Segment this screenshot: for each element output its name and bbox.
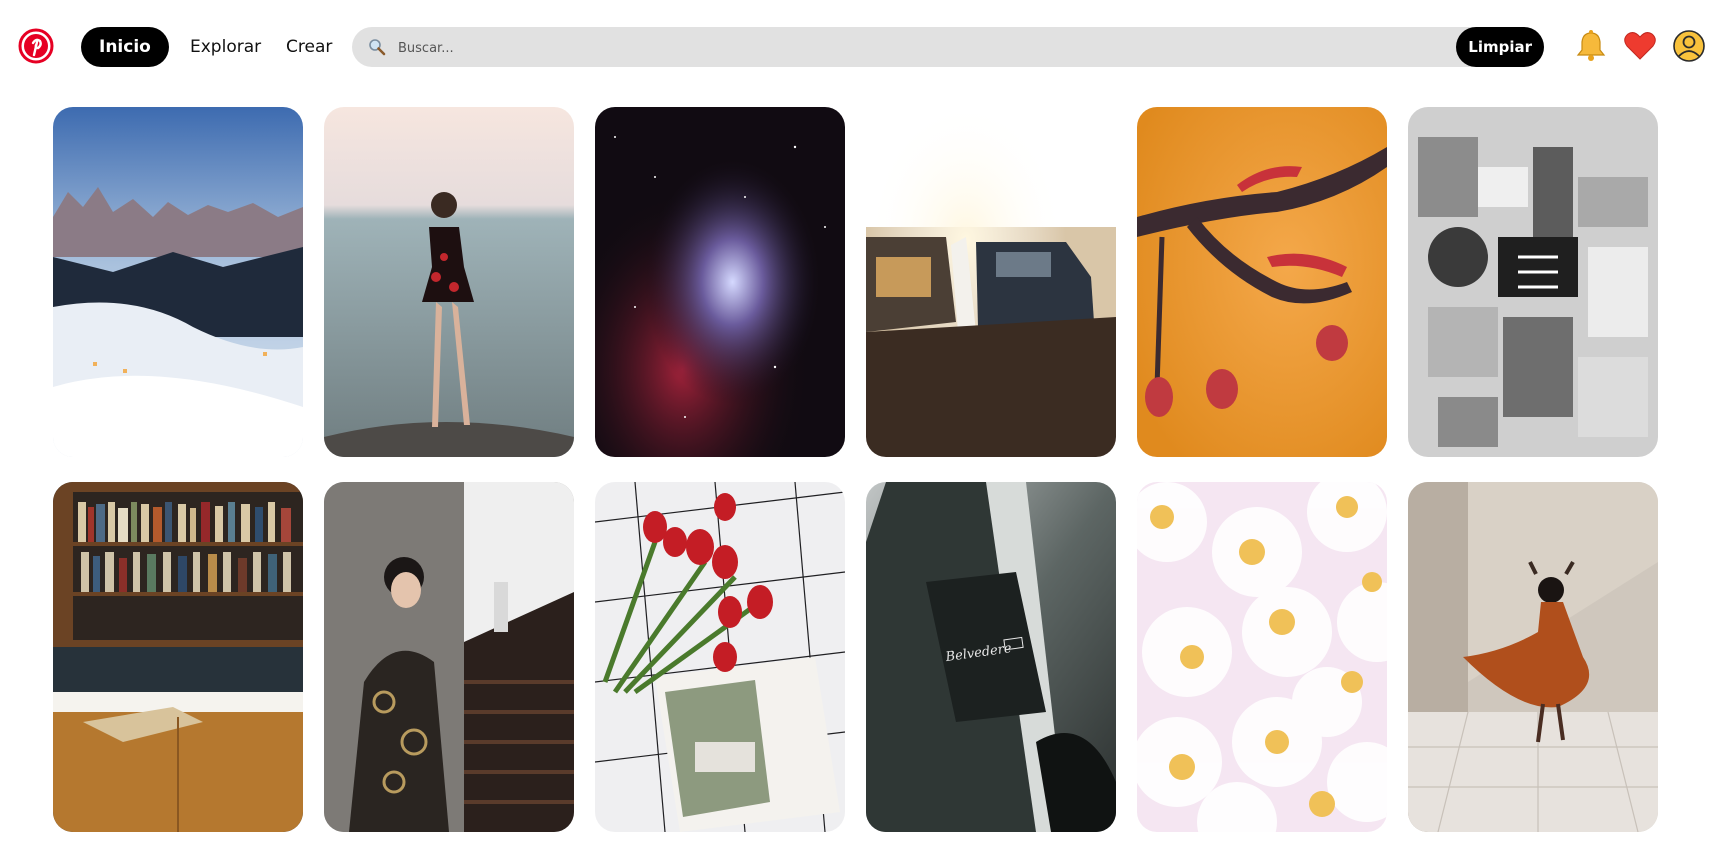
heart-icon[interactable] (1623, 29, 1657, 63)
pin-snowy-mountain-village[interactable] (53, 107, 303, 457)
top-bar: Inicio Explorar Crear Limpiar (0, 0, 1721, 92)
bell-icon[interactable] (1574, 29, 1608, 63)
pin-camper-vans-sunset[interactable] (866, 107, 1116, 457)
pin-bookshelf-cabinet[interactable] (53, 482, 303, 832)
pin-nebula-space[interactable] (595, 107, 845, 457)
search-input[interactable] (396, 27, 1400, 69)
search-bar: Limpiar (352, 27, 1544, 69)
clear-button[interactable]: Limpiar (1456, 27, 1544, 67)
pin-car-window-belvedere[interactable]: Belvedere (866, 482, 1116, 832)
pin-man-on-stairs[interactable] (324, 482, 574, 832)
nav-inicio[interactable]: Inicio (81, 27, 169, 67)
pin-orange-macro-branch[interactable] (1137, 107, 1387, 457)
user-avatar-icon[interactable] (1672, 29, 1706, 63)
pin-grayscale-cubist-art[interactable] (1408, 107, 1658, 457)
nav-explorar[interactable]: Explorar (172, 27, 279, 67)
nav-crear[interactable]: Crear (268, 27, 350, 67)
pin-dancing-woman-orange-dress[interactable] (1408, 482, 1658, 832)
pinterest-logo-icon[interactable] (17, 27, 55, 65)
pin-tulips-magazine[interactable] (595, 482, 845, 832)
pin-pink-flowers[interactable] (1137, 482, 1387, 832)
search-icon (369, 39, 386, 56)
pin-grid: Belvedere (53, 107, 1658, 832)
pin-woman-in-sea[interactable] (324, 107, 574, 457)
